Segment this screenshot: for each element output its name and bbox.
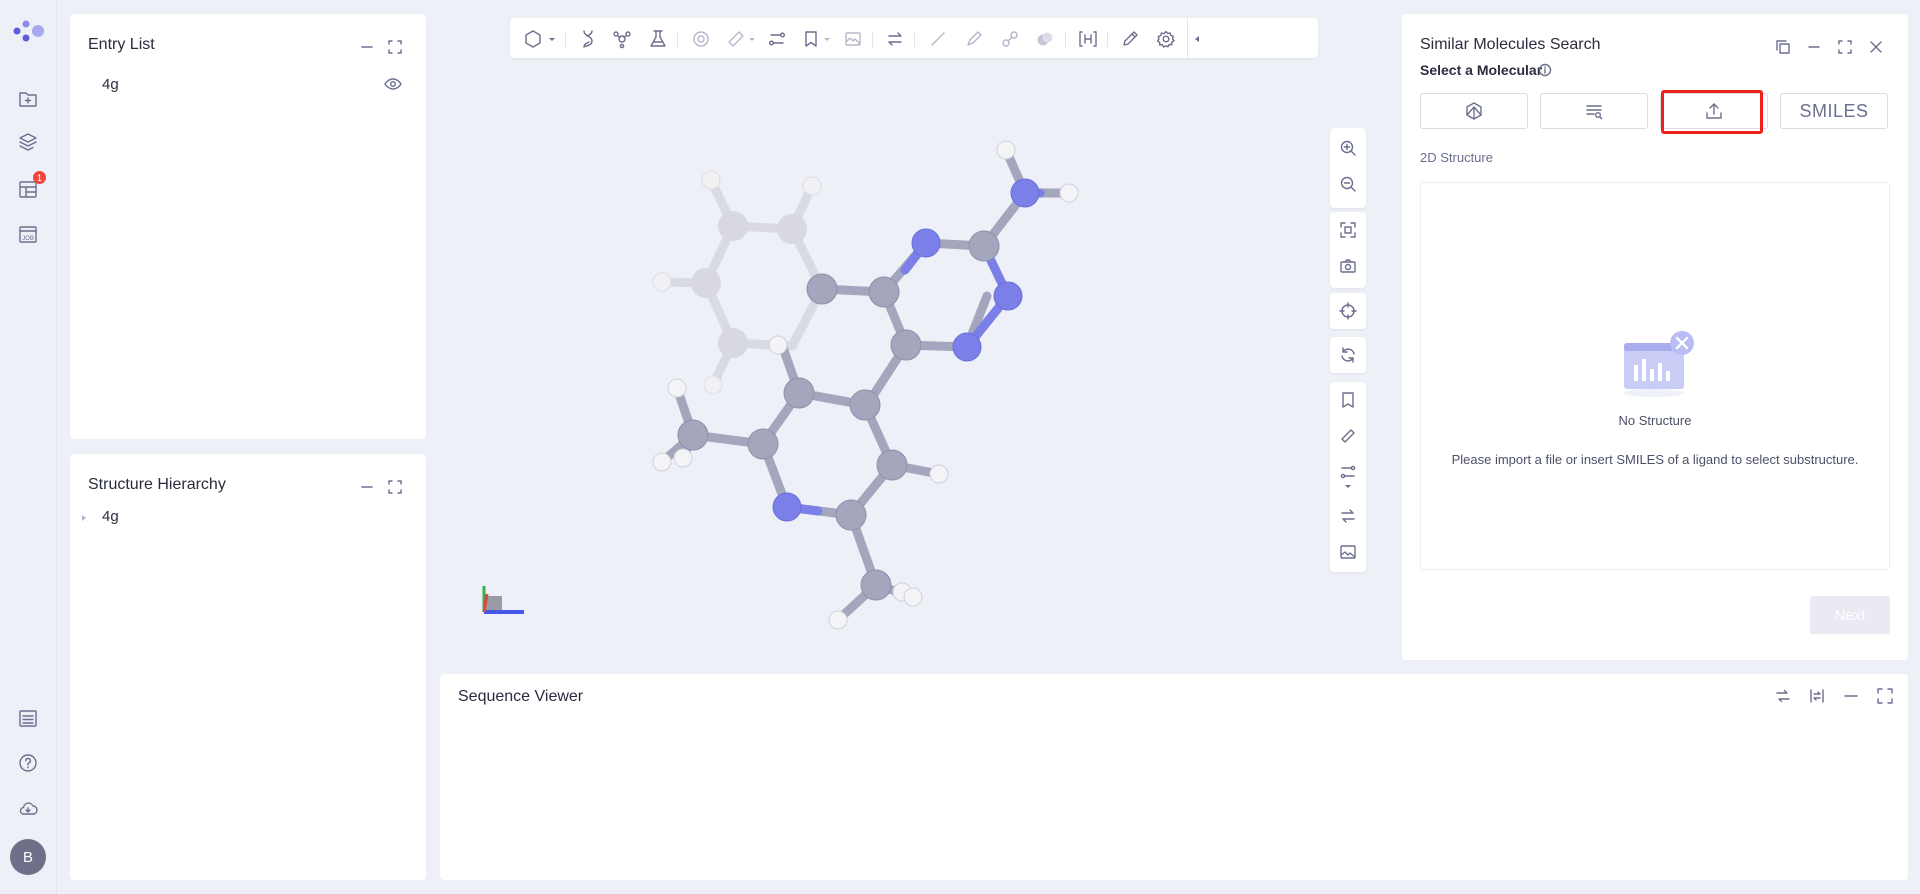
next-button[interactable]: Next <box>1810 596 1890 634</box>
minimize-icon[interactable] <box>1807 40 1821 54</box>
bookmark-add-icon[interactable] <box>1338 390 1358 410</box>
similar-molecules-panel: Similar Molecules Search Select a Molecu… <box>1402 14 1908 660</box>
rotate-tools <box>1330 337 1366 373</box>
sequence-align-icon[interactable] <box>766 28 788 50</box>
hydrogen-toggle-icon[interactable] <box>1077 28 1099 50</box>
select-from-list-button[interactable] <box>1540 93 1648 129</box>
bookmark-icon[interactable] <box>800 28 822 50</box>
edit-pen-icon[interactable] <box>1119 28 1141 50</box>
structure-hierarchy-panel: Structure Hierarchy 4g <box>70 454 426 880</box>
cloud-icon[interactable] <box>15 795 41 821</box>
collapse-toolbar-icon[interactable] <box>1190 28 1204 50</box>
smiles-button[interactable]: SMILES <box>1780 93 1888 129</box>
center-tools <box>1330 293 1366 329</box>
new-project-icon[interactable] <box>15 86 41 112</box>
list-search-icon <box>1583 100 1605 122</box>
ruler-disabled-icon <box>725 28 747 50</box>
empty-structure-hint: Please import a file or insert SMILES of… <box>1451 452 1859 467</box>
table-icon[interactable]: 1 <box>15 171 46 202</box>
close-icon[interactable] <box>1869 40 1883 54</box>
maximize-icon[interactable] <box>388 40 402 54</box>
entry-list-panel: Entry List 4g <box>70 14 426 439</box>
zoom-out-icon[interactable] <box>1338 174 1358 194</box>
axis-gizmo <box>482 586 524 614</box>
minimize-icon[interactable] <box>1843 688 1859 704</box>
chevron-down-icon[interactable] <box>821 28 833 50</box>
svg-text:JOB: JOB <box>22 236 34 242</box>
upload-button-highlight <box>1661 90 1763 134</box>
bond-disabled-icon <box>999 28 1021 50</box>
avatar[interactable]: B <box>10 839 46 875</box>
molecule-cube-icon <box>1463 100 1485 122</box>
similar-search-title: Similar Molecules Search <box>1420 36 1601 53</box>
empty-structure-icon <box>1618 327 1698 399</box>
hexagon-style-icon[interactable] <box>522 28 544 50</box>
chevron-down-icon[interactable] <box>546 28 558 50</box>
select-molecular-label: Select a Molecular <box>1420 62 1543 78</box>
align-icon[interactable] <box>1338 462 1358 482</box>
molecule-icon[interactable] <box>611 28 633 50</box>
annotation-tools <box>1330 382 1366 572</box>
copy-icon[interactable] <box>1776 40 1790 54</box>
flask-icon[interactable] <box>647 28 669 50</box>
minimize-icon[interactable] <box>360 40 374 54</box>
image-disabled-icon <box>842 28 864 50</box>
list-icon[interactable] <box>15 705 41 731</box>
info-icon[interactable] <box>1538 63 1552 77</box>
zoom-in-icon[interactable] <box>1338 138 1358 158</box>
entry-item-label[interactable]: 4g <box>102 76 119 93</box>
minimize-icon[interactable] <box>360 480 374 494</box>
structure-hierarchy-title: Structure Hierarchy <box>88 476 226 493</box>
pen-disabled-icon <box>963 28 985 50</box>
align-left-icon[interactable] <box>1809 688 1825 704</box>
swap-icon[interactable] <box>1775 688 1791 704</box>
notification-badge: 1 <box>33 171 46 184</box>
target-disabled-icon <box>690 28 712 50</box>
structure-drop-area[interactable]: No Structure Please import a file or ins… <box>1420 182 1890 570</box>
maximize-icon[interactable] <box>388 480 402 494</box>
dna-icon[interactable] <box>577 28 599 50</box>
help-icon[interactable] <box>15 750 41 776</box>
hierarchy-item-label[interactable]: 4g <box>102 508 119 525</box>
chevron-down-icon <box>746 28 758 50</box>
zoom-tools <box>1330 128 1366 208</box>
crosshair-icon[interactable] <box>1338 301 1358 321</box>
layers-icon[interactable] <box>15 129 41 155</box>
maximize-icon[interactable] <box>1877 688 1893 704</box>
swap-icon[interactable] <box>884 28 906 50</box>
camera-icon[interactable] <box>1338 256 1358 276</box>
view-tools <box>1330 212 1366 288</box>
structure-label: 2D Structure <box>1420 150 1493 165</box>
line-disabled-icon <box>927 28 949 50</box>
left-rail: 1 JOB B <box>0 0 57 894</box>
rotate-icon[interactable] <box>1338 345 1358 365</box>
molecule-viewport[interactable] <box>440 70 1320 650</box>
image-icon[interactable] <box>1338 542 1358 562</box>
sequence-viewer-panel: Sequence Viewer <box>440 674 1908 880</box>
fit-view-icon[interactable] <box>1338 220 1358 240</box>
app-logo[interactable] <box>10 18 48 50</box>
viewer-toolbar <box>510 18 1318 58</box>
gear-icon[interactable] <box>1155 28 1177 50</box>
select-from-viewer-button[interactable] <box>1420 93 1528 129</box>
maximize-icon[interactable] <box>1838 40 1852 54</box>
empty-structure-title: No Structure <box>1618 413 1692 428</box>
expand-caret-icon[interactable] <box>80 513 88 523</box>
swap-icon[interactable] <box>1338 506 1358 526</box>
job-icon[interactable]: JOB <box>15 221 41 247</box>
sequence-viewer-title: Sequence Viewer <box>458 688 584 705</box>
ruler-icon[interactable] <box>1338 426 1358 446</box>
entry-list-title: Entry List <box>88 36 155 53</box>
surface-disabled-icon <box>1034 28 1056 50</box>
chevron-down-icon[interactable] <box>1338 482 1358 492</box>
eye-icon[interactable] <box>384 77 402 91</box>
